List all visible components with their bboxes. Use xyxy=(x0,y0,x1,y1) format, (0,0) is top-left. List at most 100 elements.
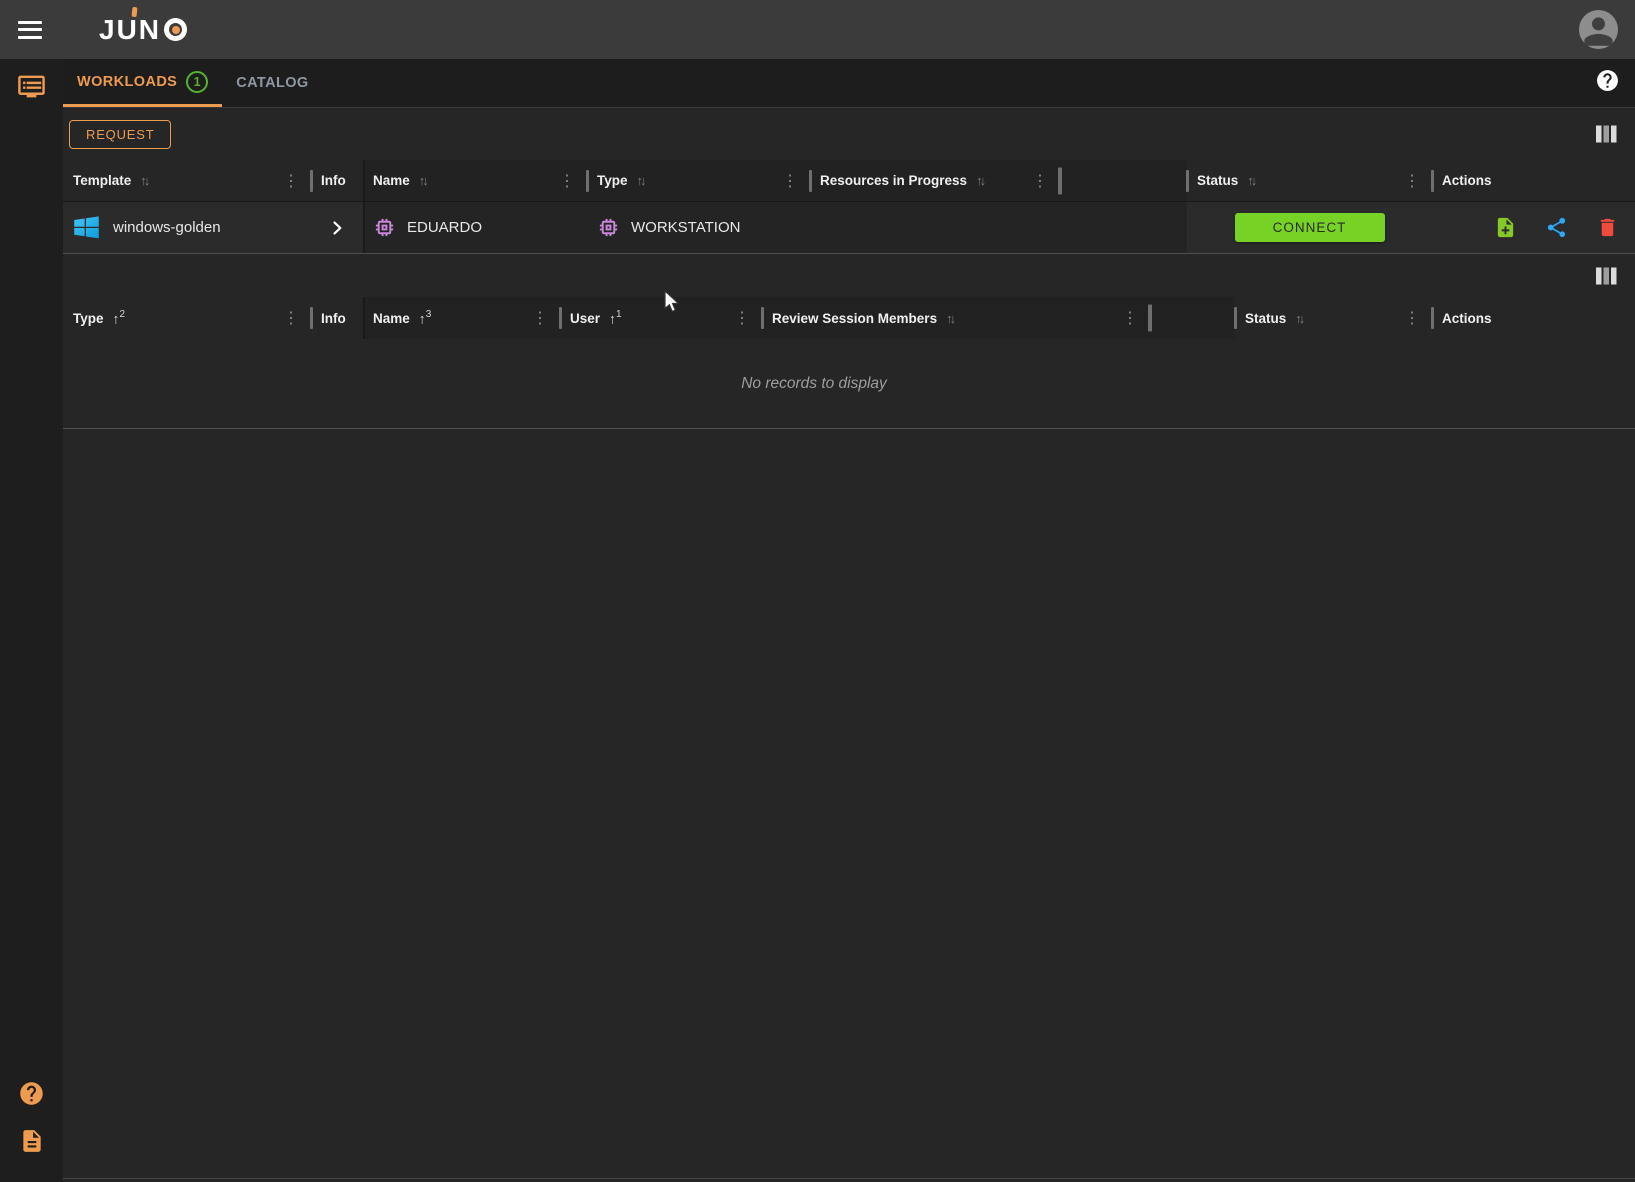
sort-order-number: 2 xyxy=(120,309,126,320)
column-menu-icon[interactable]: ⋮ xyxy=(530,308,550,328)
column-header-status[interactable]: Status ↑↓ ⋮ xyxy=(1187,160,1432,201)
chevron-right-icon[interactable] xyxy=(327,218,347,238)
column-resize-handle[interactable] xyxy=(761,307,764,329)
column-menu-icon[interactable]: ⋮ xyxy=(281,308,301,328)
sort-ascending-icon[interactable]: ↑1 xyxy=(609,310,622,327)
windows-logo-icon xyxy=(71,212,102,243)
tab-workloads[interactable]: WORKLOADS 1 xyxy=(63,59,222,107)
resources-cell xyxy=(810,202,1060,253)
sort-icon[interactable]: ↑↓ xyxy=(946,311,953,326)
logo-flame-accent xyxy=(131,6,137,16)
column-menu-icon[interactable]: ⋮ xyxy=(1030,171,1050,191)
sort-icon[interactable]: ↑↓ xyxy=(1295,311,1302,326)
workloads-nav-dvr-icon[interactable] xyxy=(17,71,47,101)
column-header-type[interactable]: Type ↑↓ ⋮ xyxy=(587,160,810,201)
tab-catalog[interactable]: CATALOG xyxy=(222,59,322,107)
user-avatar[interactable] xyxy=(1579,10,1618,49)
column-resize-handle[interactable] xyxy=(1148,305,1152,332)
column-header-name[interactable]: Name ↑3 ⋮ xyxy=(363,297,560,339)
column-header-actions: Actions xyxy=(1432,297,1635,339)
column-header-info: Info xyxy=(311,297,363,339)
workload-row: windows-golden EDUARDO xyxy=(63,202,1635,254)
empty-message: No records to display xyxy=(741,375,887,393)
top-bar: JUN xyxy=(0,0,1635,59)
sort-order-number: 1 xyxy=(616,309,622,320)
workloads-count-badge: 1 xyxy=(186,71,208,93)
column-resize-handle[interactable] xyxy=(1234,307,1237,329)
name-cell: EDUARDO xyxy=(363,202,587,253)
type-cell: WORKSTATION xyxy=(587,202,810,253)
column-header-user[interactable]: User ↑1 ⋮ xyxy=(560,297,762,339)
column-resize-handle[interactable] xyxy=(559,307,562,329)
column-header-type[interactable]: Type ↑2 ⋮ xyxy=(63,297,311,339)
column-header-spacer xyxy=(1060,160,1187,201)
hamburger-menu-icon[interactable] xyxy=(18,21,42,39)
sort-icon[interactable]: ↑↓ xyxy=(976,173,983,188)
column-header-template[interactable]: Template ↑↓ ⋮ xyxy=(63,160,311,201)
tab-workloads-label: WORKLOADS xyxy=(77,74,177,90)
column-resize-handle[interactable] xyxy=(1431,170,1434,192)
bottom-divider xyxy=(63,1178,1635,1179)
sort-ascending-icon[interactable]: ↑2 xyxy=(113,310,126,327)
column-header-review-session-members[interactable]: Review Session Members ↑↓ ⋮ xyxy=(762,297,1150,339)
review-table-empty-state: No records to display xyxy=(63,339,1635,429)
request-button[interactable]: REQUEST xyxy=(69,120,171,149)
left-sidebar xyxy=(0,59,63,1182)
column-header-actions: Actions xyxy=(1432,160,1635,201)
column-menu-icon[interactable]: ⋮ xyxy=(780,171,800,191)
template-cell: windows-golden xyxy=(63,202,311,253)
memory-chip-icon xyxy=(597,216,620,239)
person-icon xyxy=(1579,10,1618,49)
memory-chip-icon xyxy=(373,216,396,239)
column-resize-handle[interactable] xyxy=(1431,307,1434,329)
help-circle-icon[interactable] xyxy=(1595,68,1620,98)
column-resize-handle[interactable] xyxy=(1186,170,1189,192)
template-name: windows-golden xyxy=(113,219,221,236)
column-resize-handle[interactable] xyxy=(809,170,812,192)
review-toolbar xyxy=(63,254,1635,297)
tab-catalog-label: CATALOG xyxy=(236,75,308,91)
column-header-resources-in-progress[interactable]: Resources in Progress ↑↓ ⋮ xyxy=(810,160,1060,201)
info-cell xyxy=(311,202,363,253)
column-menu-icon[interactable]: ⋮ xyxy=(732,308,752,328)
workload-type: WORKSTATION xyxy=(631,219,740,236)
workload-name: EDUARDO xyxy=(407,219,482,236)
spacer-cell xyxy=(1060,202,1187,253)
column-settings-icon[interactable] xyxy=(1596,126,1617,143)
column-menu-icon[interactable]: ⋮ xyxy=(1402,171,1422,191)
column-header-status[interactable]: Status ↑↓ ⋮ xyxy=(1235,297,1432,339)
column-resize-handle[interactable] xyxy=(310,170,313,192)
note-add-icon[interactable] xyxy=(1494,216,1517,239)
help-icon[interactable] xyxy=(17,1078,47,1108)
sort-order-number: 3 xyxy=(426,309,432,320)
column-settings-icon[interactable] xyxy=(1596,267,1617,284)
column-menu-icon[interactable]: ⋮ xyxy=(281,171,301,191)
logo-letters: JUN xyxy=(99,14,161,46)
share-icon[interactable] xyxy=(1545,216,1568,239)
column-menu-icon[interactable]: ⋮ xyxy=(557,171,577,191)
column-resize-handle[interactable] xyxy=(1058,167,1062,194)
workloads-toolbar: REQUEST xyxy=(63,108,1635,160)
app-root: JUN xyxy=(0,0,1635,1182)
sort-icon[interactable]: ↑↓ xyxy=(140,173,147,188)
sort-icon[interactable]: ↑↓ xyxy=(637,173,644,188)
workloads-table-header: Template ↑↓ ⋮ Info Name ↑↓ ⋮ Type ↑↓ ⋮ xyxy=(63,160,1635,202)
status-cell: CONNECT xyxy=(1187,202,1432,253)
column-header-info: Info xyxy=(311,160,363,201)
review-table-header: Type ↑2 ⋮ Info Name ↑3 ⋮ User ↑1 ⋮ xyxy=(63,297,1635,339)
juno-logo: JUN xyxy=(99,14,187,46)
main-content: WORKLOADS 1 CATALOG REQUEST xyxy=(63,59,1635,1182)
sort-ascending-icon[interactable]: ↑3 xyxy=(419,310,432,327)
column-header-name[interactable]: Name ↑↓ ⋮ xyxy=(363,160,587,201)
sort-icon[interactable]: ↑↓ xyxy=(419,173,426,188)
column-resize-handle[interactable] xyxy=(310,307,313,329)
tab-bar: WORKLOADS 1 CATALOG xyxy=(63,59,1635,108)
document-icon[interactable] xyxy=(17,1126,47,1156)
column-menu-icon[interactable]: ⋮ xyxy=(1120,308,1140,328)
logo-o-ring xyxy=(164,18,187,41)
column-resize-handle[interactable] xyxy=(586,170,589,192)
connect-button[interactable]: CONNECT xyxy=(1235,213,1385,242)
column-menu-icon[interactable]: ⋮ xyxy=(1402,308,1422,328)
sort-icon[interactable]: ↑↓ xyxy=(1247,173,1254,188)
delete-icon[interactable] xyxy=(1596,216,1619,239)
